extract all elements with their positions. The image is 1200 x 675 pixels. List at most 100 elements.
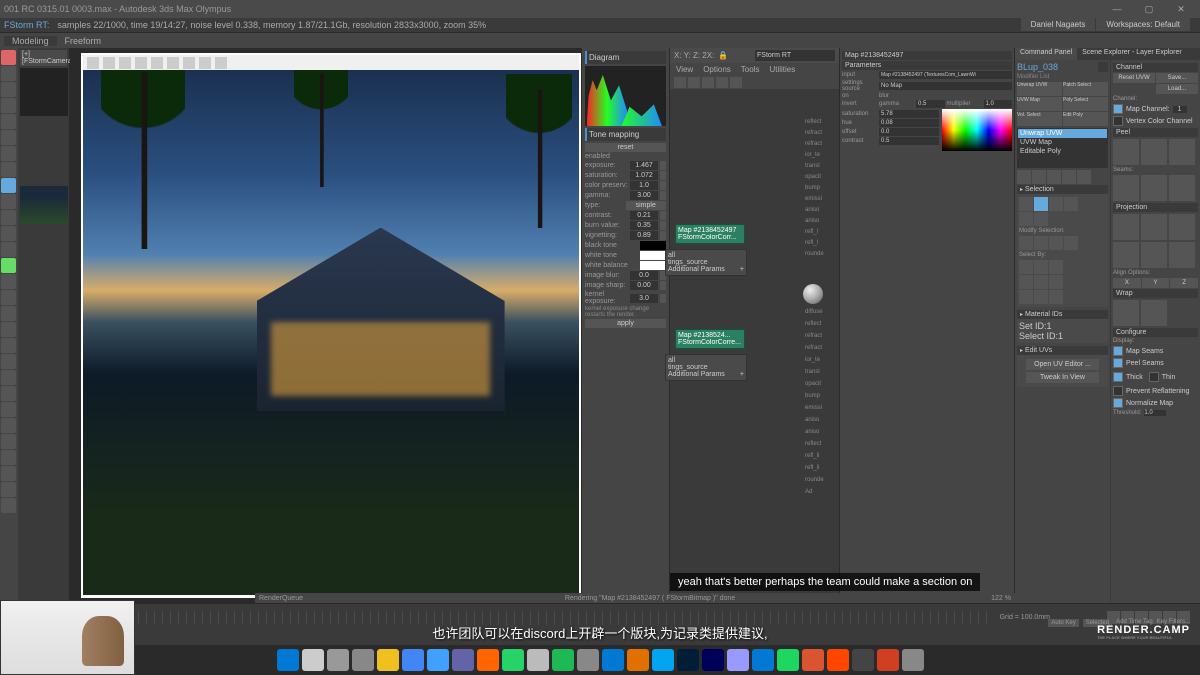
menu-utilities[interactable]: Utilities bbox=[769, 65, 795, 74]
modsel-icon[interactable] bbox=[1034, 236, 1048, 250]
selby-icon[interactable] bbox=[1019, 290, 1033, 304]
expand-icon[interactable]: + bbox=[740, 371, 744, 378]
spinner-icon[interactable] bbox=[660, 294, 666, 303]
selid-input[interactable]: 1 bbox=[1058, 331, 1063, 341]
taskbar-app-icon[interactable] bbox=[752, 649, 774, 671]
taskbar-app-icon[interactable] bbox=[377, 649, 399, 671]
section-parameters[interactable]: Parameters bbox=[842, 61, 1012, 70]
stack-item[interactable]: Editable Poly bbox=[1018, 147, 1107, 156]
peel-icon[interactable] bbox=[1113, 139, 1139, 165]
taskbar-app-icon[interactable] bbox=[877, 649, 899, 671]
selby-icon[interactable] bbox=[1034, 275, 1048, 289]
modsel-icon[interactable] bbox=[1049, 236, 1063, 250]
tool-icon[interactable] bbox=[1, 498, 16, 513]
taskbar-app-icon[interactable] bbox=[677, 649, 699, 671]
tool-icon[interactable] bbox=[1, 482, 16, 497]
tool-icon[interactable] bbox=[1, 178, 16, 193]
ne-tool-icon[interactable] bbox=[730, 77, 742, 88]
selby-icon[interactable] bbox=[1034, 260, 1048, 274]
seam-icon[interactable] bbox=[1141, 175, 1167, 201]
taskbar-app-icon[interactable] bbox=[452, 649, 474, 671]
taskbar-app-icon[interactable] bbox=[352, 649, 374, 671]
tool-icon[interactable] bbox=[1, 130, 16, 145]
mod-btn[interactable]: UVW Map bbox=[1017, 97, 1062, 111]
section-edit-uvs[interactable]: Edit UVs bbox=[1017, 346, 1108, 355]
material-preview[interactable] bbox=[803, 284, 823, 304]
align-btn[interactable]: X bbox=[1113, 278, 1141, 288]
proj-icon[interactable] bbox=[1113, 242, 1139, 268]
mapch-input[interactable]: 1 bbox=[1173, 106, 1187, 113]
expand-icon[interactable]: + bbox=[740, 266, 744, 273]
sat-input[interactable]: 5.78 bbox=[879, 110, 939, 118]
apply-button[interactable]: apply bbox=[585, 319, 666, 328]
burn-input[interactable]: 0.35 bbox=[630, 221, 658, 230]
spinner-icon[interactable] bbox=[660, 171, 666, 180]
object-name-field[interactable]: BLup_038 bbox=[1017, 62, 1098, 72]
modsel-icon[interactable] bbox=[1019, 236, 1033, 250]
tool-icon[interactable] bbox=[1, 226, 16, 241]
tool-icon[interactable] bbox=[1, 306, 16, 321]
user-tab[interactable]: Daniel Nagaets bbox=[1021, 18, 1096, 31]
workspace-tab[interactable]: Workspaces: Default bbox=[1096, 18, 1190, 31]
load-button[interactable]: Load... bbox=[1156, 84, 1198, 94]
taskbar-app-icon[interactable] bbox=[627, 649, 649, 671]
black-swatch[interactable] bbox=[640, 241, 666, 250]
tool-icon[interactable] bbox=[1, 242, 16, 257]
taskbar-app-icon[interactable] bbox=[502, 649, 524, 671]
saturation-input[interactable]: 1.072 bbox=[630, 171, 658, 180]
section-projection[interactable]: Projection bbox=[1113, 203, 1198, 212]
tool-icon[interactable] bbox=[1, 354, 16, 369]
taskbar-app-icon[interactable] bbox=[302, 649, 324, 671]
stack-item[interactable]: Unwrap UVW bbox=[1018, 129, 1107, 138]
ne-tool-icon[interactable] bbox=[702, 77, 714, 88]
mod-btn[interactable]: Unwrap UVW bbox=[1017, 82, 1062, 96]
tool-icon[interactable] bbox=[1, 450, 16, 465]
peel-icon[interactable] bbox=[1169, 139, 1195, 165]
section-configure[interactable]: Configure bbox=[1113, 328, 1198, 337]
taskbar-app-icon[interactable] bbox=[477, 649, 499, 671]
spinner-icon[interactable] bbox=[660, 281, 666, 290]
panel-title[interactable]: Map #2138452497 bbox=[842, 51, 1012, 60]
tool-icon[interactable] bbox=[1, 274, 16, 289]
section-selection[interactable]: Selection bbox=[1017, 185, 1108, 194]
taskbar-app-icon[interactable] bbox=[402, 649, 424, 671]
gamma-input[interactable]: 0.5 bbox=[916, 100, 945, 108]
tool-icon[interactable] bbox=[1, 194, 16, 209]
render-tool-icon[interactable] bbox=[199, 57, 211, 69]
tool-icon[interactable] bbox=[1, 146, 16, 161]
selby-icon[interactable] bbox=[1019, 275, 1033, 289]
taskbar-app-icon[interactable] bbox=[702, 649, 724, 671]
tool-icon[interactable] bbox=[1, 210, 16, 225]
render-tool-icon[interactable] bbox=[183, 57, 195, 69]
stack-tool-icon[interactable] bbox=[1077, 170, 1091, 184]
modifier-list-label[interactable]: Modifier List bbox=[1017, 74, 1108, 80]
wrap-icon[interactable] bbox=[1113, 300, 1139, 326]
input-map-button[interactable]: Map #2138452497 (TexturesCom_LawnWi bbox=[879, 71, 1012, 79]
maximize-button[interactable]: ▢ bbox=[1134, 2, 1164, 16]
tweak-button[interactable]: Tweak In View bbox=[1026, 372, 1100, 383]
stack-tool-icon[interactable] bbox=[1062, 170, 1076, 184]
contrast-input[interactable]: 0.21 bbox=[630, 211, 658, 220]
mod-btn[interactable]: Patch Select bbox=[1063, 82, 1108, 96]
tab-command-panel[interactable]: Command Panel bbox=[1015, 48, 1077, 60]
tool-icon[interactable] bbox=[1, 50, 16, 65]
rendered-image[interactable] bbox=[83, 70, 579, 595]
vignetting-input[interactable]: 0.89 bbox=[630, 231, 658, 240]
close-button[interactable]: ✕ bbox=[1166, 2, 1196, 16]
render-tool-icon[interactable] bbox=[151, 57, 163, 69]
section-material-ids[interactable]: Material IDs bbox=[1017, 310, 1108, 319]
tool-icon[interactable] bbox=[1, 290, 16, 305]
sel-edge-icon[interactable] bbox=[1034, 197, 1048, 211]
spinner-icon[interactable] bbox=[660, 191, 666, 200]
mod-btn[interactable]: Poly Select bbox=[1063, 97, 1108, 111]
taskbar-app-icon[interactable] bbox=[902, 649, 924, 671]
tool-icon[interactable] bbox=[1, 402, 16, 417]
align-btn[interactable]: Y bbox=[1142, 278, 1170, 288]
mod-btn[interactable]: Edit Poly bbox=[1063, 112, 1108, 126]
reset-uvw-button[interactable]: Reset UVW bbox=[1113, 73, 1155, 83]
spinner-icon[interactable] bbox=[660, 211, 666, 220]
sel-tool-icon[interactable] bbox=[1019, 212, 1033, 226]
tool-icon[interactable] bbox=[1, 322, 16, 337]
taskbar-app-icon[interactable] bbox=[552, 649, 574, 671]
imgsharp-input[interactable]: 0.00 bbox=[630, 281, 658, 290]
